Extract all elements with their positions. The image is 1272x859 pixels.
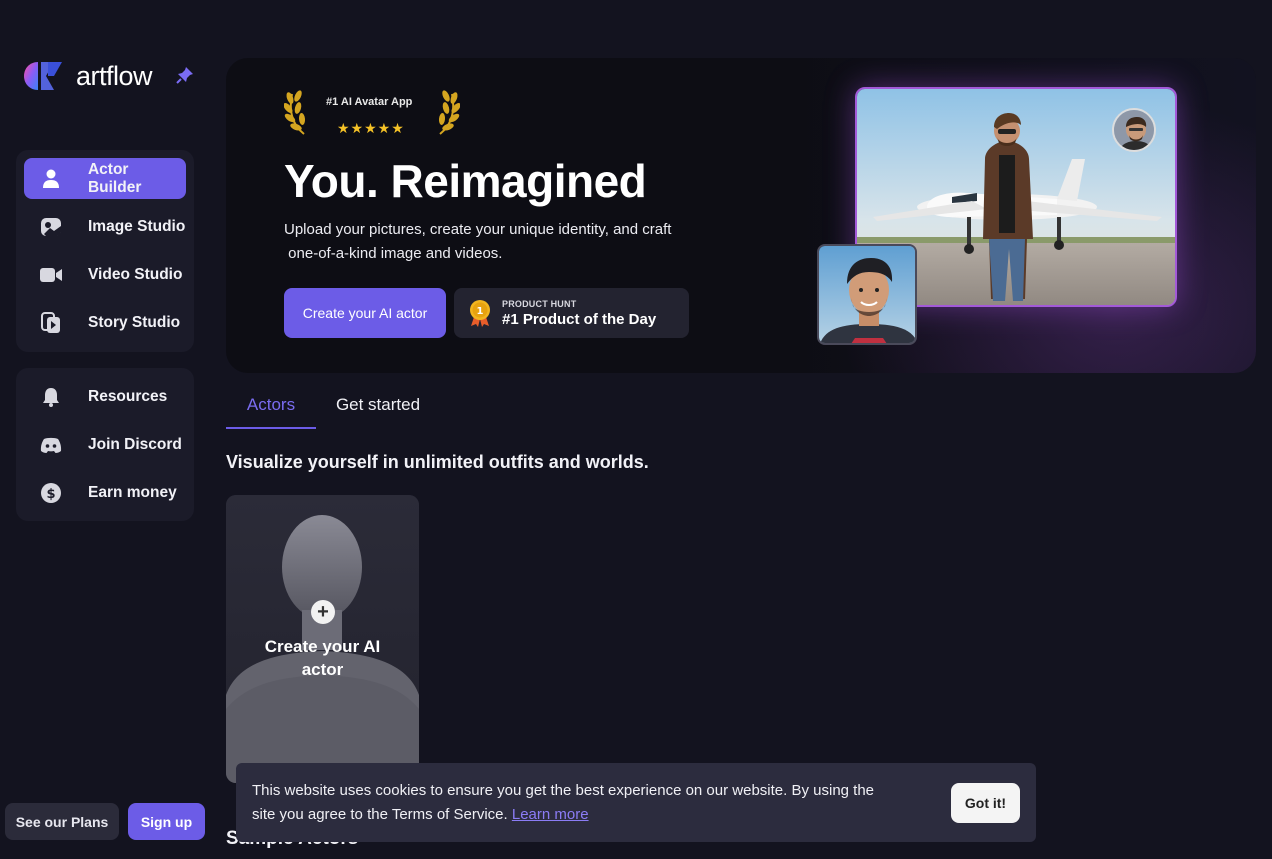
- section-title: Visualize yourself in unlimited outfits …: [226, 452, 649, 472]
- hero-subtitle-line: one-of-a-kind image and videos.: [284, 245, 503, 262]
- see-plans-button[interactable]: See our Plans: [5, 803, 119, 840]
- story-icon: [40, 312, 62, 334]
- nav-video-studio[interactable]: Video Studio: [24, 255, 186, 296]
- content-tabs: Actors Get started: [226, 386, 440, 429]
- nav-join-discord[interactable]: Join Discord: [24, 424, 186, 465]
- nav-label: Story Studio: [88, 314, 181, 332]
- award-title: #1 AI Avatar App: [326, 96, 413, 108]
- medal-icon: 1: [470, 300, 490, 327]
- create-actor-label: Create your AI actor: [264, 637, 381, 679]
- brand-name: artflow: [76, 60, 153, 91]
- nav-story-studio[interactable]: Story Studio: [24, 303, 186, 344]
- nav-resources[interactable]: Resources: [24, 376, 186, 417]
- hero-photo-selfie: [817, 244, 917, 345]
- hero-subtitle-line: Upload your pictures, create your unique…: [284, 221, 672, 238]
- brand-logo[interactable]: artflow: [24, 60, 153, 92]
- video-camera-icon: [40, 264, 62, 286]
- nav-actor-builder[interactable]: Actor Builder: [24, 158, 186, 199]
- product-hunt-badge[interactable]: 1 PRODUCT HUNT #1 Product of the Day: [454, 288, 689, 338]
- sign-up-button[interactable]: Sign up: [128, 803, 205, 840]
- hero-banner: #1 AI Avatar App ★★★★★ You. Reimagined U…: [226, 58, 1256, 373]
- artflow-logo-icon: [24, 62, 62, 90]
- product-hunt-text: PRODUCT HUNT #1 Product of the Day: [502, 299, 656, 328]
- create-ai-actor-button[interactable]: Create your AI actor: [284, 288, 446, 338]
- secondary-nav: Resources Join Discord $ Earn money: [16, 368, 194, 521]
- medal-number: 1: [477, 306, 484, 317]
- sidebar-bottom-actions: See our Plans Sign up: [5, 803, 205, 840]
- svg-text:$: $: [46, 487, 55, 502]
- user-icon: [40, 168, 62, 190]
- bell-icon: [40, 386, 62, 408]
- learn-more-link[interactable]: Learn more: [512, 806, 589, 823]
- nav-label: Join Discord: [88, 435, 182, 453]
- cookie-banner: This website uses cookies to ensure you …: [236, 763, 1036, 842]
- add-icon: +: [311, 600, 335, 624]
- cookie-text: This website uses cookies to ensure you …: [252, 779, 892, 827]
- image-icon: [40, 216, 62, 238]
- nav-label: Earn money: [88, 484, 177, 502]
- hero-subtitle: Upload your pictures, create your unique…: [284, 218, 724, 266]
- got-it-button[interactable]: Got it!: [951, 783, 1020, 823]
- tab-get-started[interactable]: Get started: [316, 386, 440, 429]
- nav-label: Image Studio: [88, 217, 186, 235]
- nav-earn-money[interactable]: $ Earn money: [24, 473, 186, 514]
- nav-label: Actor Builder: [87, 160, 142, 196]
- product-hunt-label: PRODUCT HUNT: [502, 298, 577, 309]
- nav-image-studio[interactable]: Image Studio: [24, 206, 186, 247]
- product-hunt-rank: #1 Product of the Day: [502, 310, 657, 328]
- discord-icon: [40, 434, 62, 456]
- dollar-icon: $: [40, 482, 62, 504]
- primary-nav: Actor Builder Image Studio Video Studio …: [16, 150, 194, 352]
- pin-icon[interactable]: [176, 66, 194, 84]
- tab-actors[interactable]: Actors: [226, 386, 316, 429]
- award-stars: ★★★★★: [337, 120, 405, 136]
- hero-title: You. Reimagined: [284, 155, 647, 207]
- nav-label: Video Studio: [88, 266, 183, 284]
- create-actor-card[interactable]: + Create your AI actor: [226, 495, 419, 783]
- nav-label: Resources: [88, 387, 168, 405]
- avatar-thumbnail: [1112, 108, 1156, 152]
